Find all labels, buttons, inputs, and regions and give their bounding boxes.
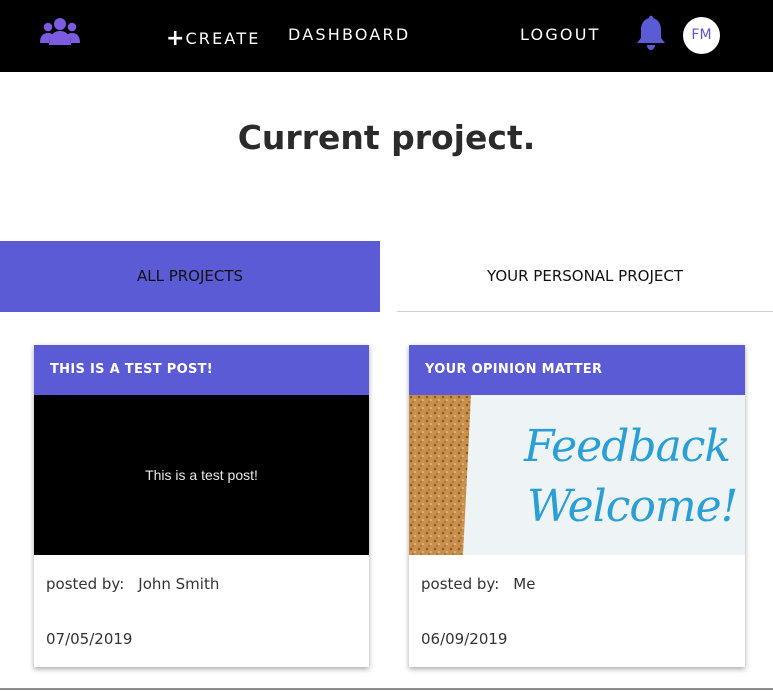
tab-your-personal-project[interactable]: YOUR PERSONAL PROJECT bbox=[397, 241, 773, 312]
create-link[interactable]: +CREATE bbox=[166, 25, 261, 51]
feedback-text-line1: Feedback bbox=[524, 421, 731, 472]
post-author: John Smith bbox=[138, 575, 220, 593]
people-group-icon[interactable] bbox=[40, 16, 80, 46]
page-title: Current project. bbox=[237, 118, 536, 157]
post-title: YOUR OPINION MATTER bbox=[409, 345, 745, 395]
post-date: 07/05/2019 bbox=[46, 630, 133, 648]
bottom-divider bbox=[0, 688, 773, 690]
post-meta: posted by: John Smith bbox=[34, 555, 369, 593]
tab-all-projects[interactable]: ALL PROJECTS bbox=[0, 241, 380, 312]
post-image: Feedback Welcome! bbox=[409, 395, 745, 555]
post-meta: posted by: Me bbox=[409, 555, 745, 593]
post-card[interactable]: THIS IS A TEST POST! This is a test post… bbox=[34, 345, 369, 667]
post-image: This is a test post! bbox=[34, 395, 369, 555]
dashboard-link[interactable]: DASHBOARD bbox=[288, 25, 410, 44]
bell-icon[interactable] bbox=[634, 15, 668, 51]
posted-by-label: posted by: bbox=[46, 575, 125, 593]
post-image-caption: This is a test post! bbox=[145, 467, 258, 483]
top-navbar: +CREATE DASHBOARD LOGOUT FM bbox=[0, 0, 773, 72]
post-author: Me bbox=[513, 575, 536, 593]
posted-by-label: posted by: bbox=[421, 575, 500, 593]
plus-icon: + bbox=[166, 26, 185, 51]
logout-link[interactable]: LOGOUT bbox=[520, 25, 601, 44]
feedback-text-line2: Welcome! bbox=[527, 481, 738, 532]
user-avatar[interactable]: FM bbox=[683, 17, 720, 54]
post-date: 06/09/2019 bbox=[421, 630, 508, 648]
post-title: THIS IS A TEST POST! bbox=[34, 345, 369, 395]
create-label: CREATE bbox=[185, 29, 261, 48]
post-card[interactable]: YOUR OPINION MATTER Feedback Welcome! po… bbox=[409, 345, 745, 667]
corkboard-image bbox=[409, 395, 471, 555]
